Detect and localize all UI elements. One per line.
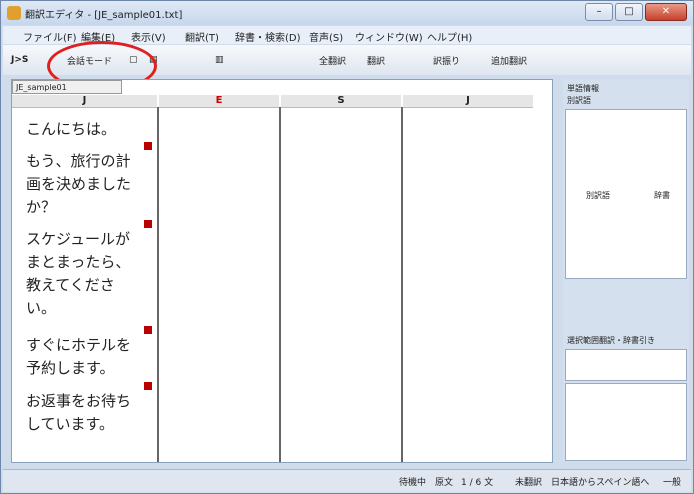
- app-icon: [7, 6, 21, 20]
- text-line[interactable]: こんにちは。: [26, 118, 116, 141]
- segment-marker: [144, 220, 152, 228]
- doc-tab[interactable]: JE_sample01: [12, 80, 122, 94]
- minimize-button[interactable]: –: [585, 3, 613, 21]
- text-line[interactable]: 画を決めました: [26, 173, 131, 196]
- col-dict-label: 辞書: [654, 191, 670, 200]
- editor-pane: JE_sample01 J E S J こんにちは。 もう、旅行の計 画を決めま…: [11, 79, 553, 463]
- translate-button[interactable]: 翻訳: [367, 51, 385, 69]
- menu-window[interactable]: ウィンドウ(W): [355, 29, 423, 44]
- close-button[interactable]: ✕: [645, 3, 687, 21]
- alt-word-checkbox[interactable]: 別訳語: [567, 95, 591, 106]
- selection-input[interactable]: [565, 349, 687, 381]
- maximize-button[interactable]: □: [615, 3, 643, 21]
- window-title: 翻訳エディタ - [JE_sample01.txt]: [25, 10, 183, 21]
- menu-dict[interactable]: 辞書・検索(D): [235, 29, 301, 44]
- menu-speech[interactable]: 音声(S): [309, 29, 343, 44]
- text-line[interactable]: スケジュールが: [26, 228, 130, 251]
- word-lookup-button[interactable]: 訳振り: [433, 51, 460, 69]
- text-line[interactable]: 教えてくださ: [26, 274, 115, 297]
- text-line[interactable]: もう、旅行の計: [26, 150, 131, 173]
- col-head-j2: J: [403, 95, 533, 108]
- text-line[interactable]: しています。: [26, 413, 114, 436]
- app-window: 翻訳エディタ - [JE_sample01.txt] – □ ✕ ファイル(F)…: [0, 0, 694, 494]
- menu-file[interactable]: ファイル(F): [23, 29, 77, 44]
- status-progress: 1 / 6 文: [461, 478, 494, 488]
- translate-all-button[interactable]: 全翻訳: [319, 51, 346, 69]
- selection-output[interactable]: [565, 383, 687, 461]
- text-line[interactable]: お返事をお待ち: [26, 390, 131, 413]
- text-line[interactable]: まとまったら、: [26, 251, 130, 274]
- segment-marker: [144, 142, 152, 150]
- word-info-panel: 単語情報 別訳語 別訳語 辞書 選択範囲翻訳・辞書引き: [563, 79, 689, 461]
- text-line[interactable]: い。: [26, 297, 56, 320]
- panel-title: 単語情報: [567, 84, 599, 93]
- segment-marker: [144, 326, 152, 334]
- menu-help[interactable]: ヘルプ(H): [427, 29, 472, 44]
- segment-marker: [144, 382, 152, 390]
- lang-pair-button[interactable]: J>S: [11, 51, 28, 69]
- alt-translate-button[interactable]: 追加翻訳: [491, 51, 527, 69]
- alt-word-list[interactable]: 別訳語 辞書: [565, 109, 687, 279]
- status-bar: 待機中 原文 1 / 6 文 未翻訳 日本語からスペイン語へ 一般: [3, 469, 691, 492]
- text-line[interactable]: すぐにホテルを: [26, 334, 131, 357]
- status-untranslated: 未翻訳: [515, 478, 543, 488]
- status-source: 原文: [435, 478, 454, 488]
- selection-translate-checkbox[interactable]: 選択範囲翻訳・辞書引き: [567, 335, 655, 346]
- layout-icon[interactable]: ▥: [215, 51, 224, 69]
- status-direction: 日本語からスペイン語へ: [551, 478, 650, 488]
- col-alt-label: 別訳語: [586, 191, 610, 200]
- status-category: 一般: [663, 478, 682, 488]
- menu-translate[interactable]: 翻訳(T): [185, 29, 219, 44]
- title-bar: 翻訳エディタ - [JE_sample01.txt] – □ ✕: [1, 1, 693, 25]
- status-state: 待機中: [399, 478, 427, 488]
- menu-view[interactable]: 表示(V): [131, 29, 166, 44]
- text-line[interactable]: 予約します。: [26, 357, 115, 380]
- text-line[interactable]: か？: [26, 196, 56, 219]
